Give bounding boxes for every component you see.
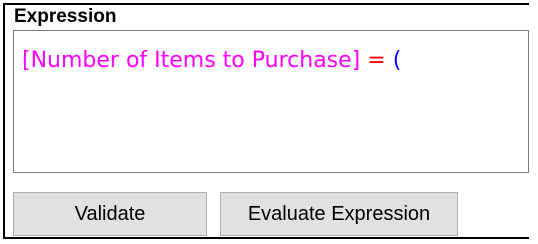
expression-panel: Expression [Number of Items to Purchase]… bbox=[3, 3, 529, 239]
expression-text: [Number of Items to Purchase] = ( bbox=[22, 46, 401, 76]
expression-space bbox=[386, 48, 393, 73]
expression-field-token: [Number of Items to Purchase] bbox=[22, 48, 361, 73]
evaluate-expression-button[interactable]: Evaluate Expression bbox=[220, 192, 458, 236]
expression-operator-token: = bbox=[367, 48, 386, 73]
expression-section-label: Expression bbox=[14, 6, 117, 27]
expression-editor[interactable]: [Number of Items to Purchase] = ( bbox=[13, 30, 529, 173]
validate-button[interactable]: Validate bbox=[13, 192, 207, 236]
expression-paren-token: ( bbox=[392, 48, 402, 73]
